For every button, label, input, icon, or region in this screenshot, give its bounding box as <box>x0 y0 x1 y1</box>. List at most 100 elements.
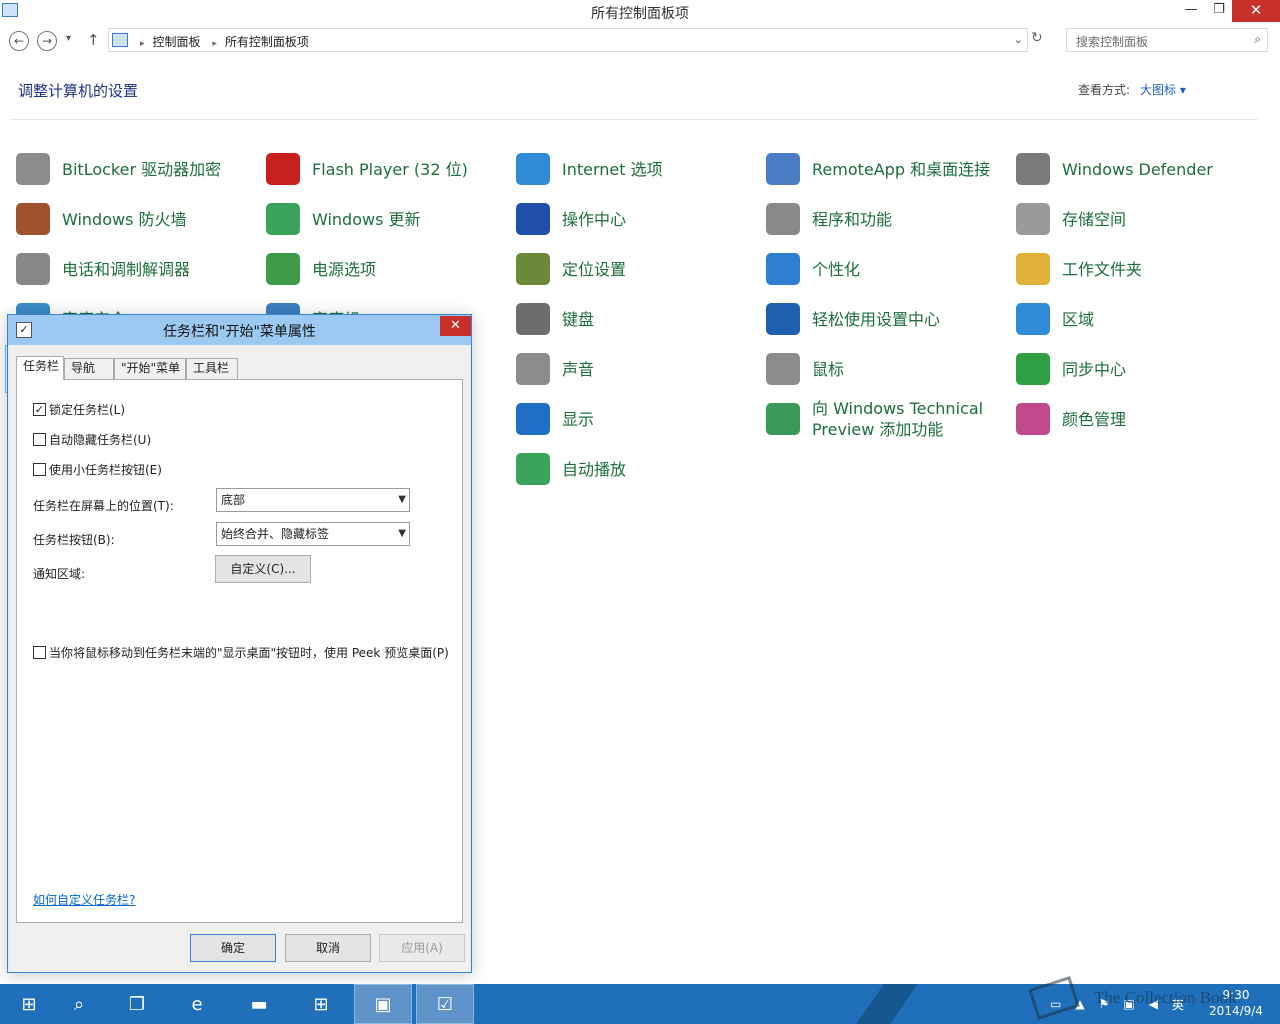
cp-item-label: 定位设置 <box>562 259 627 279</box>
small-buttons-label: 使用小任务栏按钮(E) <box>49 463 162 477</box>
action-center-flag-icon <box>516 203 550 235</box>
cp-item-label: RemoteApp 和桌面连接 <box>812 159 991 179</box>
sync-center-icon <box>1016 353 1050 385</box>
taskbar-properties-taskbar-icon-glyph: ☑ <box>436 993 454 1015</box>
recent-locations-dropdown[interactable]: ▾ <box>66 33 71 44</box>
taskbar-properties-taskbar-icon[interactable]: ☑ <box>416 984 474 1024</box>
cp-item[interactable]: 程序和功能 <box>760 195 1006 243</box>
keyboard-icon <box>516 303 550 335</box>
cp-item-label: 向 Windows Technical Preview 添加功能 <box>812 399 984 439</box>
control-panel-taskbar-icon[interactable]: ▣ <box>354 984 412 1024</box>
breadcrumb-control-panel[interactable]: 控制面板 <box>153 35 201 49</box>
cancel-button[interactable]: 取消 <box>285 934 371 962</box>
cp-item-label: 工作文件夹 <box>1062 259 1143 279</box>
flash-player-icon <box>266 153 300 185</box>
search-icon[interactable]: ⌕ <box>1254 32 1261 47</box>
cp-item[interactable]: 自动播放 <box>510 445 756 493</box>
cp-item-label: Windows 更新 <box>312 209 421 229</box>
watermark-text: The Collection Book <box>1094 988 1237 1007</box>
checkbox-unchecked[interactable] <box>33 433 46 446</box>
cp-item[interactable]: Windows Defender <box>1010 145 1256 193</box>
checkbox-unchecked[interactable] <box>33 646 46 659</box>
storage-spaces-icon <box>1016 203 1050 235</box>
refresh-icon[interactable]: ↻ <box>1031 30 1043 46</box>
cp-item[interactable]: BitLocker 驱动器加密 <box>10 145 256 193</box>
dialog-close-button[interactable]: ✕ <box>440 316 471 336</box>
peek-checkbox[interactable]: 当你将鼠标移动到任务栏末端的"显示桌面"按钮时，使用 Peek 预览桌面(P) <box>33 644 449 661</box>
close-button[interactable]: ✕ <box>1232 0 1280 22</box>
cp-item[interactable]: 区域 <box>1010 295 1256 343</box>
tab-toolbars[interactable]: 工具栏 <box>186 358 238 379</box>
checkbox-checked[interactable]: ✓ <box>33 403 46 416</box>
page-title: 调整计算机的设置 <box>18 82 139 100</box>
customize-button[interactable]: 自定义(C)... <box>215 555 311 583</box>
search-icon[interactable]: ⌕ <box>50 984 108 1024</box>
apply-button[interactable]: 应用(A) <box>379 934 465 962</box>
cp-item[interactable]: 同步中心 <box>1010 345 1256 393</box>
file-explorer-icon-glyph: ▬ <box>250 993 268 1015</box>
cp-item[interactable]: 电源选项 <box>260 245 506 293</box>
up-button[interactable]: ↑ <box>87 31 100 49</box>
cp-item-label: 声音 <box>562 359 595 379</box>
internet-explorer-icon[interactable]: e <box>168 984 226 1024</box>
file-explorer-icon[interactable]: ▬ <box>230 984 288 1024</box>
cp-item[interactable]: 定位设置 <box>510 245 756 293</box>
cp-item[interactable]: RemoteApp 和桌面连接 <box>760 145 1006 193</box>
cp-item[interactable]: 电话和调制解调器 <box>10 245 256 293</box>
taskbar-properties-dialog: ✓ 任务栏和"开始"菜单属性 ✕ 任务栏 导航 "开始"菜单 工具栏 ✓ 锁定任… <box>7 314 472 973</box>
cp-item[interactable]: Flash Player (32 位) <box>260 145 506 193</box>
cp-item[interactable]: 键盘 <box>510 295 756 343</box>
breadcrumb-separator[interactable]: ▸ <box>140 39 145 49</box>
cp-item-label: 电源选项 <box>312 259 377 279</box>
restore-button[interactable]: ❐ <box>1204 0 1234 22</box>
phone-modem-icon <box>16 253 50 285</box>
cp-item[interactable]: 个性化 <box>760 245 1006 293</box>
cp-item[interactable]: Internet 选项 <box>510 145 756 193</box>
taskbar-location-select[interactable]: 底部 ▼ <box>216 488 410 512</box>
cp-item[interactable]: Windows 更新 <box>260 195 506 243</box>
mouse-icon <box>766 353 800 385</box>
tab-navigation[interactable]: 导航 <box>64 358 114 379</box>
back-button[interactable]: ← <box>9 31 29 51</box>
view-by-dropdown[interactable]: 大图标 ▾ <box>1140 83 1186 97</box>
breadcrumb-all-items[interactable]: 所有控制面板项 <box>225 35 309 49</box>
task-view-icon[interactable]: ❐ <box>108 984 166 1024</box>
cp-item[interactable]: 向 Windows Technical Preview 添加功能 <box>760 395 1006 443</box>
ok-button[interactable]: 确定 <box>190 934 276 962</box>
checkbox-unchecked[interactable] <box>33 463 46 476</box>
cp-item[interactable]: 工作文件夹 <box>1010 245 1256 293</box>
cp-item[interactable]: 操作中心 <box>510 195 756 243</box>
auto-hide-checkbox[interactable]: 自动隐藏任务栏(U) <box>33 431 151 448</box>
cp-item[interactable]: Windows 防火墙 <box>10 195 256 243</box>
remoteapp-icon <box>766 153 800 185</box>
breadcrumb-separator[interactable]: ▸ <box>212 39 217 49</box>
cp-item-label: 颜色管理 <box>1062 409 1127 429</box>
dialog-title: 任务栏和"开始"菜单属性 <box>163 324 316 340</box>
tab-taskbar[interactable]: 任务栏 <box>16 356 64 380</box>
cp-item[interactable]: 鼠标 <box>760 345 1006 393</box>
address-bar[interactable]: ▸ 控制面板 ▸ 所有控制面板项 ⌄ <box>108 28 1028 52</box>
lock-taskbar-checkbox[interactable]: ✓ 锁定任务栏(L) <box>33 401 125 418</box>
store-icon[interactable]: ⊞ <box>292 984 350 1024</box>
forward-button[interactable]: → <box>37 31 57 51</box>
control-panel-taskbar-icon-glyph: ▣ <box>374 993 392 1015</box>
cp-item[interactable]: 存储空间 <box>1010 195 1256 243</box>
cp-item[interactable]: 显示 <box>510 395 756 443</box>
taskbar-buttons-select[interactable]: 始终合并、隐藏标签 ▼ <box>216 522 410 546</box>
view-by-label: 查看方式: <box>1078 83 1131 97</box>
small-buttons-checkbox[interactable]: 使用小任务栏按钮(E) <box>33 461 162 478</box>
cp-item-label: Windows Defender <box>1062 159 1213 179</box>
customize-taskbar-help-link[interactable]: 如何自定义任务栏? <box>33 891 135 908</box>
tab-start-menu[interactable]: "开始"菜单 <box>114 358 186 379</box>
cp-item-label: 鼠标 <box>812 359 845 379</box>
minimize-button[interactable]: — <box>1176 0 1206 22</box>
bitlocker-icon <box>16 153 50 185</box>
lock-taskbar-label: 锁定任务栏(L) <box>49 403 126 417</box>
address-dropdown-icon[interactable]: ⌄ <box>1014 33 1023 46</box>
cp-item-label: 存储空间 <box>1062 209 1127 229</box>
cp-item[interactable]: 声音 <box>510 345 756 393</box>
cp-item[interactable]: 轻松使用设置中心 <box>760 295 1006 343</box>
cp-item-label: BitLocker 驱动器加密 <box>62 159 222 179</box>
search-input[interactable]: 搜索控制面板 ⌕ <box>1066 28 1268 52</box>
cp-item[interactable]: 颜色管理 <box>1010 395 1256 443</box>
